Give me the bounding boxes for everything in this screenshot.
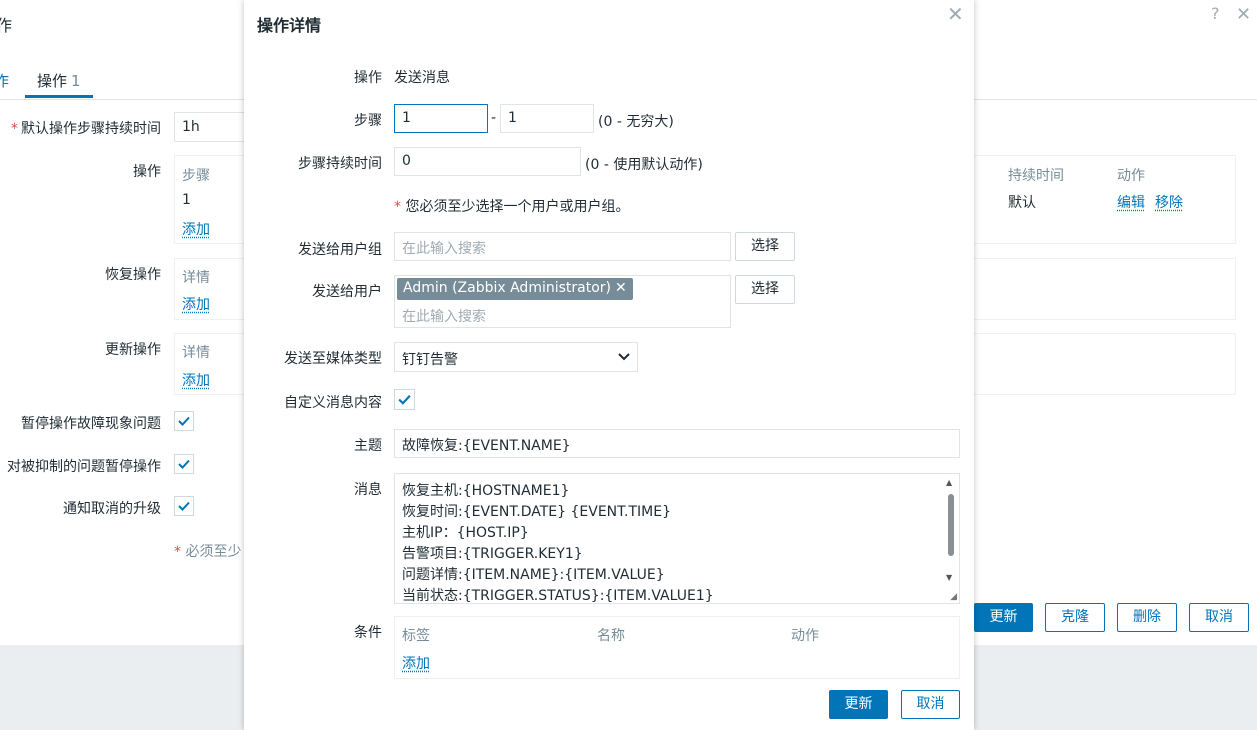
pause-suppressed-checkbox[interactable]: [174, 454, 194, 474]
operation-edit-link[interactable]: 编辑: [1117, 192, 1145, 212]
add-update-operation-link[interactable]: 添加: [182, 370, 210, 390]
scroll-down-icon[interactable]: ▼: [946, 573, 952, 582]
tab-operations-count: 1: [71, 72, 81, 90]
notify-cancel-label: 通知取消的升级: [63, 501, 161, 517]
select-user-groups-button[interactable]: 选择: [735, 232, 795, 261]
message-scrollbar[interactable]: ▲ ▼: [943, 474, 959, 603]
step-to-input[interactable]: 1: [500, 104, 594, 133]
required-message: * 您必须至少选择一个用户或用户组。: [394, 199, 630, 215]
operations-header-step: 步骤: [182, 168, 210, 184]
conditions-label: 条件: [354, 625, 382, 641]
message-label: 消息: [354, 482, 382, 498]
pause-suppressed-label: 对被抑制的问题暂停操作: [7, 459, 161, 475]
users-search-placeholder[interactable]: 在此输入搜索: [402, 306, 486, 326]
operation-details-dialog: 操作详情 ✕ 操作 发送消息 步骤 1 - 1 (0 - 无穷大) 步骤持续时间…: [244, 0, 974, 730]
remove-user-icon[interactable]: ✕: [615, 280, 627, 296]
select-users-button[interactable]: 选择: [735, 275, 795, 304]
operation-label: 操作: [354, 70, 382, 86]
notify-cancel-checkbox[interactable]: [174, 496, 194, 516]
close-icon[interactable]: ✕: [1236, 4, 1251, 25]
chevron-down-icon: [618, 353, 630, 361]
bg-update-button[interactable]: 更新: [974, 603, 1033, 632]
custom-message-label: 自定义消息内容: [284, 395, 382, 411]
clone-button[interactable]: 克隆: [1045, 603, 1105, 632]
message-line: 恢复时间:{EVENT.DATE} {EVENT.TIME}: [402, 504, 671, 520]
bg-required-note: * 必须至少: [174, 544, 242, 560]
scrollbar-thumb[interactable]: [948, 494, 954, 556]
step-duration-hint: (0 - 使用默认动作): [585, 157, 703, 173]
operations-label: 操作: [133, 164, 161, 180]
media-type-label: 发送至媒体类型: [284, 351, 382, 367]
message-line: 主机IP：{HOST.IP}: [402, 525, 529, 541]
custom-message-checkbox[interactable]: [394, 389, 415, 410]
check-icon: [178, 416, 190, 426]
recovery-operations-label: 恢复操作: [105, 267, 161, 283]
subject-input[interactable]: 故障恢复:{EVENT.NAME}: [394, 429, 960, 458]
subject-label: 主题: [354, 438, 382, 454]
pause-symptoms-label: 暂停操作故障现象问题: [21, 416, 161, 432]
step-from-input[interactable]: 1: [394, 104, 488, 133]
step-duration-input[interactable]: 0: [394, 147, 581, 176]
dialog-close-icon[interactable]: ✕: [947, 2, 964, 26]
bg-cancel-button[interactable]: 取消: [1189, 603, 1249, 632]
media-type-value: 钉钉告警: [402, 352, 458, 368]
conditions-header-action: 动作: [791, 628, 819, 644]
resize-grip-icon[interactable]: ◢: [950, 592, 957, 602]
conditions-table: 标签 名称 动作 添加: [394, 616, 960, 679]
default-step-duration-label: * 默认操作步骤持续时间: [11, 121, 161, 137]
recovery-header-details: 详情: [182, 270, 210, 286]
operation-value: 发送消息: [394, 70, 450, 86]
operations-header-action: 动作: [1117, 168, 1145, 184]
delete-button[interactable]: 删除: [1117, 603, 1177, 632]
check-icon: [398, 395, 411, 405]
message-textarea[interactable]: 恢复主机:{HOSTNAME1} 恢复时间:{EVENT.DATE} {EVEN…: [394, 473, 960, 604]
update-button[interactable]: 更新: [829, 690, 888, 719]
cancel-button[interactable]: 取消: [901, 690, 960, 719]
media-type-select[interactable]: 钉钉告警: [394, 342, 638, 372]
message-line: 告警项目:{TRIGGER.KEY1}: [402, 546, 583, 562]
operation-row-step: 1: [182, 192, 191, 208]
default-step-duration-input[interactable]: 1h: [174, 112, 254, 142]
operation-row-duration: 默认: [1008, 195, 1036, 211]
message-line: 当前状态:{TRIGGER.STATUS}:{ITEM.VALUE1}: [402, 588, 714, 604]
message-line: 恢复主机:{HOSTNAME1}: [402, 483, 570, 499]
help-icon[interactable]: ?: [1211, 4, 1220, 23]
update-operations-label: 更新操作: [105, 342, 161, 358]
user-groups-label: 发送给用户组: [298, 242, 382, 258]
users-label: 发送给用户: [312, 284, 382, 300]
user-tag: Admin (Zabbix Administrator) ✕: [397, 278, 633, 300]
scroll-up-icon[interactable]: ▲: [946, 478, 952, 487]
tab-action[interactable]: 作: [0, 70, 9, 91]
page-title-fragment: 作: [0, 16, 13, 35]
step-duration-label: 步骤持续时间: [298, 156, 382, 172]
steps-hint: (0 - 无穷大): [598, 114, 674, 130]
step-range-separator: -: [491, 110, 497, 126]
check-icon: [178, 459, 190, 469]
operations-header-duration: 持续时间: [1008, 168, 1064, 184]
message-line: 问题详情:{ITEM.NAME}:{ITEM.VALUE}: [402, 567, 665, 583]
add-condition-link[interactable]: 添加: [402, 653, 430, 673]
tab-operations-label: 操作: [37, 72, 68, 90]
add-recovery-operation-link[interactable]: 添加: [182, 294, 210, 314]
check-icon: [178, 501, 190, 511]
users-multiselect[interactable]: Admin (Zabbix Administrator) ✕ 在此输入搜索: [394, 275, 731, 328]
active-tab-indicator: [25, 95, 93, 98]
conditions-header-name: 名称: [597, 628, 625, 644]
conditions-header-label: 标签: [402, 628, 430, 644]
update-header-details: 详情: [182, 345, 210, 361]
dialog-title: 操作详情: [257, 16, 322, 35]
user-groups-search-input[interactable]: 在此输入搜索: [394, 232, 731, 261]
message-lines: 恢复主机:{HOSTNAME1} 恢复时间:{EVENT.DATE} {EVEN…: [402, 481, 714, 604]
operation-remove-link[interactable]: 移除: [1155, 192, 1183, 212]
tab-operations[interactable]: 操作 1: [37, 70, 81, 91]
steps-label: 步骤: [354, 113, 382, 129]
add-operation-link[interactable]: 添加: [182, 219, 210, 239]
pause-symptoms-checkbox[interactable]: [174, 411, 194, 431]
